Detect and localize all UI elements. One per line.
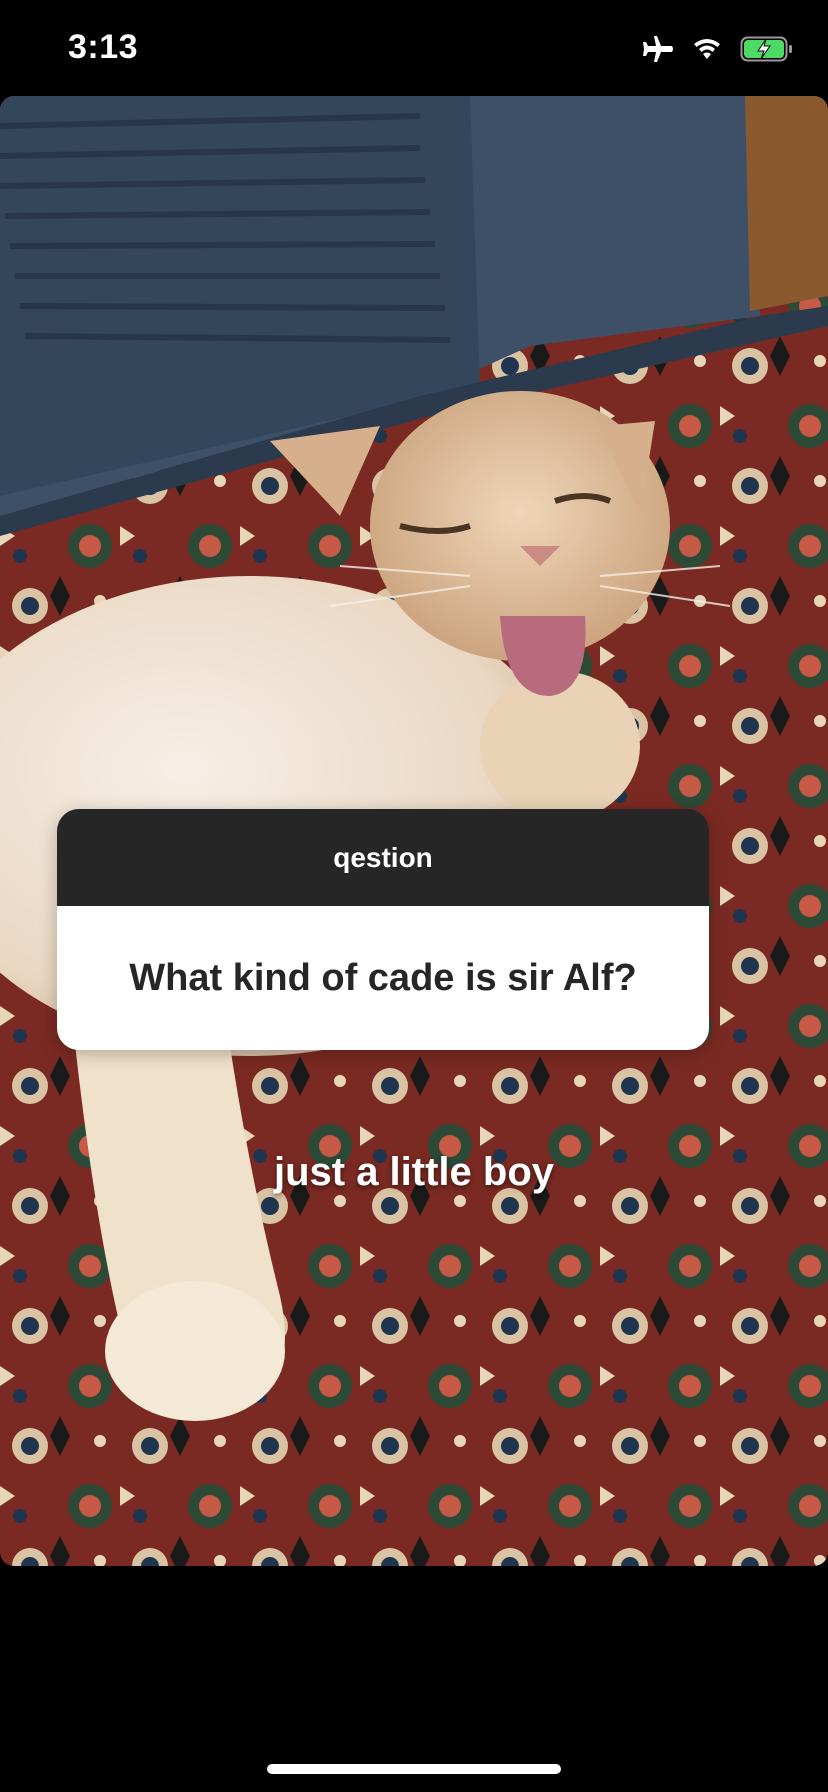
status-icons [640,34,794,64]
airplane-icon [640,34,674,64]
status-time: 3:13 [68,28,139,66]
question-sticker-header: qestion [57,809,709,906]
wifi-icon [692,37,722,61]
answer-text: just a little boy [273,1150,555,1194]
battery-charging-icon [740,36,794,62]
status-bar: 3:13 [0,0,828,96]
question-sticker[interactable]: qestion What kind of cade is sir Alf? [57,809,709,1050]
question-sticker-question: What kind of cade is sir Alf? [57,906,709,1050]
home-indicator[interactable] [267,1764,561,1774]
